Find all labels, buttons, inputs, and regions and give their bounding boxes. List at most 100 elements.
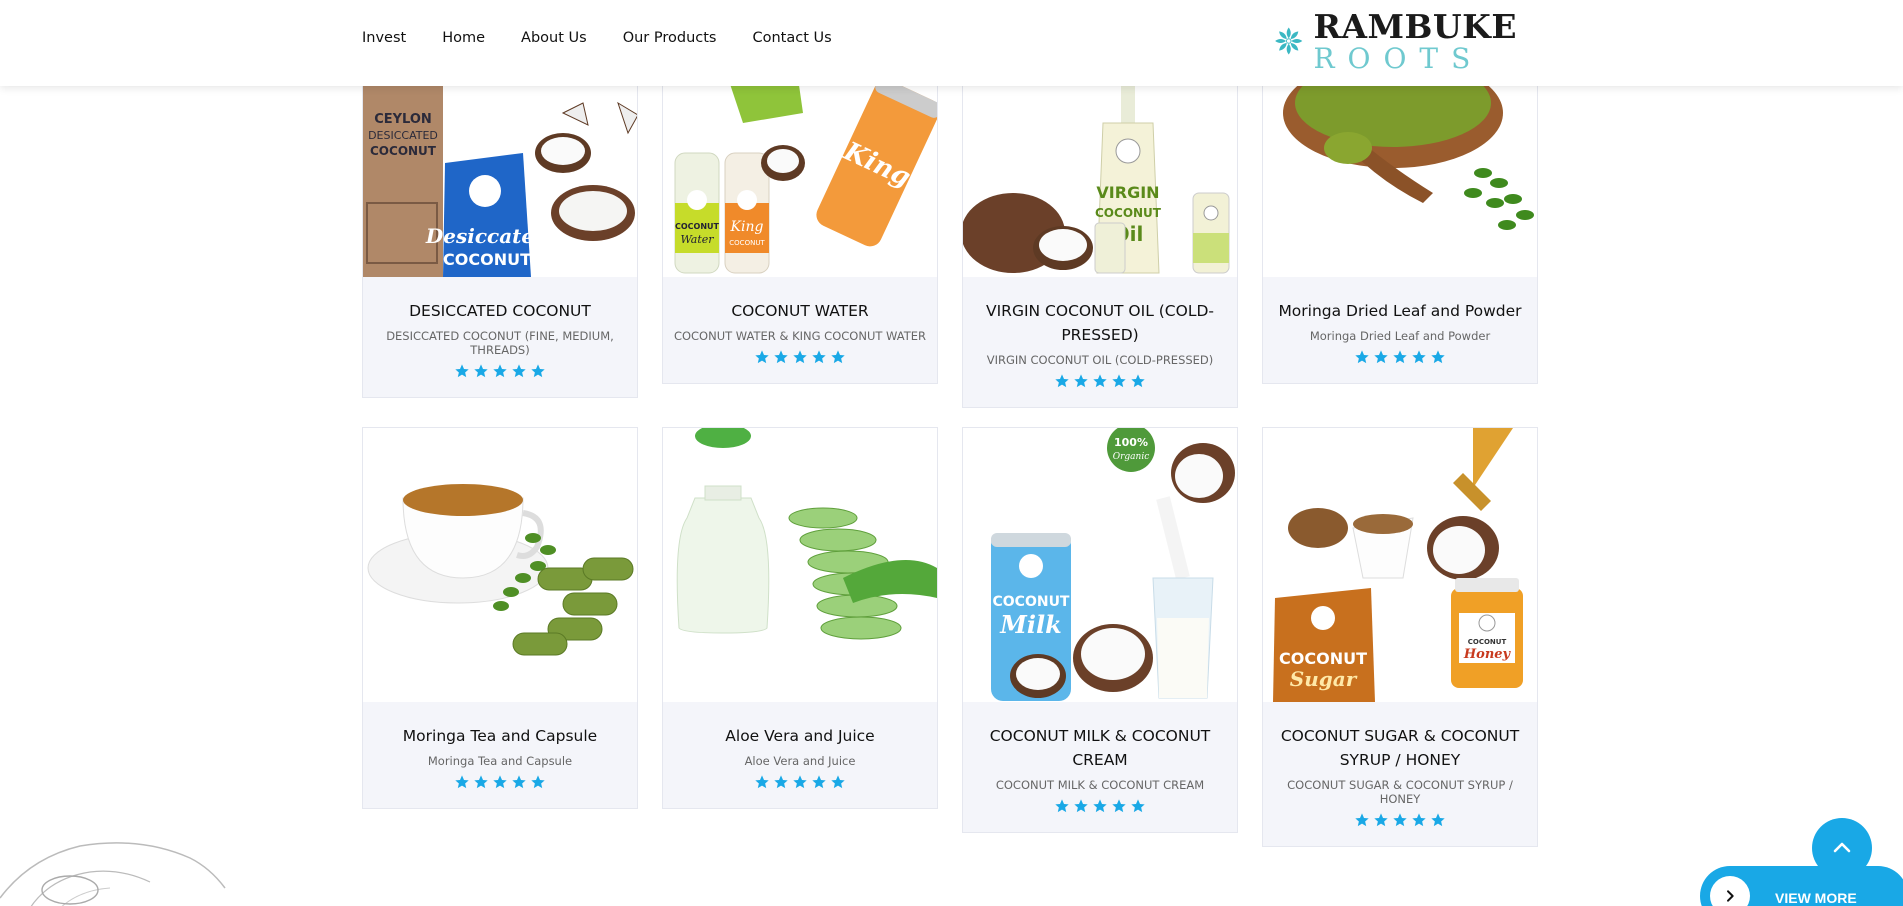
star-icon [793,775,807,789]
bottle-label: VIRGIN [1096,183,1159,202]
rating-stars [369,363,631,379]
star-icon [1393,350,1407,364]
product-subtitle: COCONUT SUGAR & COCONUT SYRUP / HONEY [1287,778,1513,806]
star-icon [831,775,845,789]
star-icon [1131,374,1145,388]
chevron-up-icon [1833,842,1851,853]
bottle-label: COCONUT [675,222,720,231]
product-subtitle: COCONUT WATER & KING COCONUT WATER [673,329,927,343]
main-nav: Invest Home About Us Our Products Contac… [362,30,832,46]
rating-stars [669,349,931,365]
brand-logo[interactable]: RAMBUKE ROOTS [1272,4,1517,78]
product-subtitle: COCONUT MILK & COCONUT CREAM [995,778,1205,792]
pouch-label: COCONUT [1279,649,1367,668]
star-icon [1355,813,1369,827]
star-icon [512,775,526,789]
product-subtitle: Moringa Tea and Capsule [427,754,573,768]
can-label: COCONUT [993,594,1070,610]
product-title[interactable]: VIRGIN COCONUT OIL (COLD-PRESSED) [969,299,1231,347]
star-icon [1112,799,1126,813]
view-more-button[interactable]: VIEW MORE [1700,866,1903,906]
product-title[interactable]: Moringa Dried Leaf and Powder [1269,299,1531,323]
star-icon [1374,813,1388,827]
bottle-label: COCONUT [729,239,765,247]
star-icon [774,775,788,789]
bag-label: DESICCATED [368,129,438,142]
pouch-label: Sugar [1290,667,1358,691]
product-image[interactable]: COCONUT Sugar COCONUT Honey [1263,428,1537,702]
site-header: Invest Home About Us Our Products Contac… [0,0,1903,86]
star-icon [1431,350,1445,364]
rating-stars [969,798,1231,814]
rating-stars [369,774,631,790]
logo-line-1: RAMBUKE [1313,6,1517,46]
star-icon [1412,813,1426,827]
pouch-label: Desiccated [425,224,548,248]
leaf-mandala-icon [1275,27,1303,55]
product-title[interactable]: COCONUT MILK & COCONUT CREAM [969,724,1231,772]
organic-badge-label: Organic [1113,452,1150,462]
pouch-label: COCONUT [443,250,531,269]
star-icon [474,775,488,789]
rating-stars [969,373,1231,389]
jar-label: Honey [1463,647,1512,662]
product-subtitle: DESICCATED COCONUT (FINE, MEDIUM, THREAD… [386,329,614,357]
jar-label: COCONUT [1468,638,1507,646]
logo-line-2: ROOTS [1313,41,1484,75]
star-icon [1412,350,1426,364]
star-icon [755,775,769,789]
star-icon [793,350,807,364]
bottle-label: Water [680,233,714,246]
star-icon [812,350,826,364]
product-title[interactable]: Moringa Tea and Capsule [369,724,631,748]
star-icon [1131,799,1145,813]
star-icon [493,775,507,789]
star-icon [531,775,545,789]
rating-stars [1269,349,1531,365]
star-icon [1074,374,1088,388]
star-icon [1431,813,1445,827]
star-icon [493,364,507,378]
can-label: Milk [999,610,1061,639]
product-image[interactable] [363,428,637,702]
star-icon [531,364,545,378]
product-image[interactable]: 100% Organic COCONUT Milk [963,428,1237,702]
star-icon [831,350,845,364]
star-icon [1355,350,1369,364]
product-subtitle: Moringa Dried Leaf and Powder [1309,329,1491,343]
star-icon [1374,350,1388,364]
rating-stars [1269,812,1531,828]
bottle-label: COCONUT [1095,206,1162,220]
star-icon [774,350,788,364]
nav-contact-us[interactable]: Contact Us [753,30,832,46]
product-title[interactable]: DESICCATED COCONUT [369,299,631,323]
logo-text: RAMBUKE ROOTS [1313,10,1517,73]
star-icon [1112,374,1126,388]
star-icon [512,364,526,378]
rating-stars [669,774,931,790]
product-subtitle: VIRGIN COCONUT OIL (COLD-PRESSED) [986,353,1214,367]
star-icon [455,775,469,789]
star-icon [1055,374,1069,388]
product-title[interactable]: COCONUT WATER [669,299,931,323]
star-icon [812,775,826,789]
product-title[interactable]: Aloe Vera and Juice [669,724,931,748]
nav-our-products[interactable]: Our Products [623,30,717,46]
product-card[interactable]: 100% Organic COCONUT Milk COCONUT MILK &… [962,427,1238,833]
view-more-label: VIEW MORE [1775,890,1857,906]
nav-invest[interactable]: Invest [362,30,406,46]
product-image[interactable] [663,428,937,702]
star-icon [1074,799,1088,813]
nav-about-us[interactable]: About Us [521,30,587,46]
product-card[interactable]: Moringa Tea and Capsule Moringa Tea and … [362,427,638,809]
product-subtitle: Aloe Vera and Juice [744,754,856,768]
bag-label: COCONUT [370,144,437,158]
product-card[interactable]: Aloe Vera and Juice Aloe Vera and Juice [662,427,938,809]
product-card[interactable]: COCONUT Sugar COCONUT Honey COCONUT SUGA… [1262,427,1538,847]
product-title[interactable]: COCONUT SUGAR & COCONUT SYRUP / HONEY [1269,724,1531,772]
star-icon [1393,813,1407,827]
star-icon [455,364,469,378]
organic-badge-label: 100% [1114,436,1148,449]
star-icon [474,364,488,378]
nav-home[interactable]: Home [442,30,485,46]
